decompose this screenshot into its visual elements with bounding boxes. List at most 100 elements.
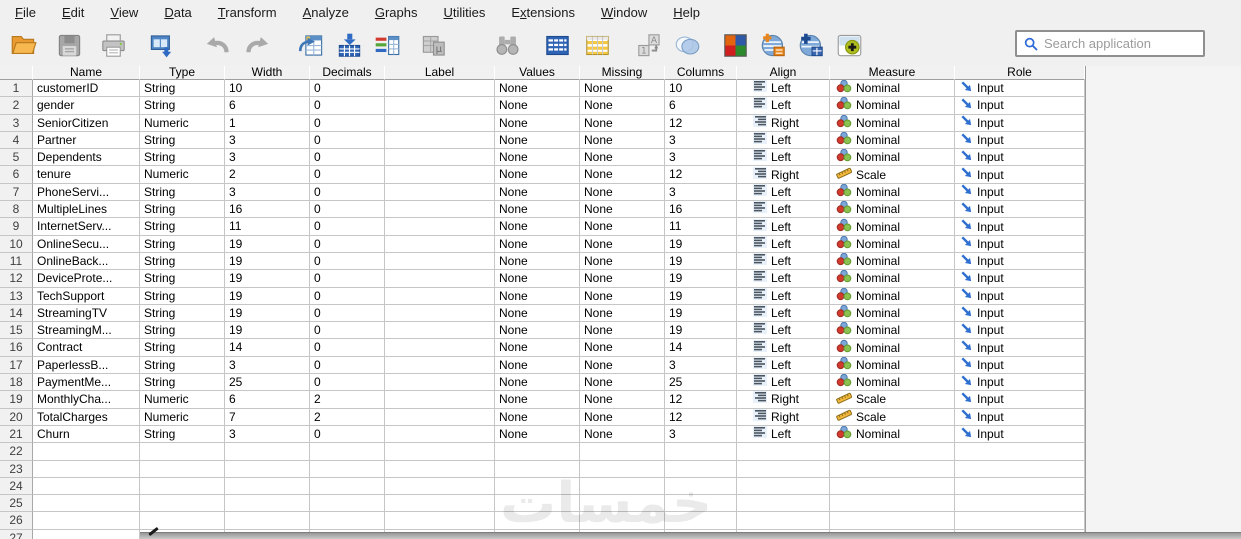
cell-missing[interactable]: None xyxy=(580,287,665,305)
cell-align[interactable]: Left xyxy=(737,304,830,323)
cell-type[interactable]: String xyxy=(140,235,225,253)
grid-cell-empty[interactable] xyxy=(310,512,385,530)
variables-button[interactable] xyxy=(370,29,404,63)
grid-cell-empty[interactable] xyxy=(580,460,665,478)
goto-variable-button[interactable] xyxy=(332,29,366,63)
cell-width[interactable]: 6 xyxy=(225,97,310,115)
cell-decimals[interactable]: 0 xyxy=(310,322,385,340)
cell-label[interactable] xyxy=(385,252,495,271)
cell-type[interactable]: String xyxy=(140,425,225,444)
cell-label[interactable] xyxy=(385,374,495,392)
cell-columns[interactable]: 19 xyxy=(665,287,737,305)
cell-decimals[interactable]: 0 xyxy=(310,149,385,167)
cell-role[interactable]: Input xyxy=(955,408,1085,426)
grid-cell-empty[interactable] xyxy=(665,477,737,496)
cell-measure[interactable]: Scale xyxy=(830,166,955,184)
cell-role[interactable]: Input xyxy=(955,201,1085,219)
cell-measure[interactable]: Nominal xyxy=(830,201,955,219)
cell-align[interactable]: Left xyxy=(737,149,830,167)
cell-columns[interactable]: 12 xyxy=(665,166,737,184)
cell-align[interactable]: Right xyxy=(737,391,830,409)
grid-cell-empty[interactable] xyxy=(830,512,955,530)
cell-columns[interactable]: 3 xyxy=(665,149,737,167)
cell-name[interactable]: OnlineSecu... xyxy=(33,235,140,253)
cell-label[interactable] xyxy=(385,339,495,357)
cell-align[interactable]: Left xyxy=(737,339,830,357)
menu-extensions[interactable]: Extensions xyxy=(498,2,588,24)
grid-cell-empty[interactable] xyxy=(955,512,1085,530)
cell-values[interactable]: None xyxy=(495,356,580,375)
row-number[interactable]: 8 xyxy=(0,201,33,219)
recall-dialogs-button[interactable] xyxy=(144,29,178,63)
column-header-name[interactable]: Name xyxy=(33,66,140,80)
cell-missing[interactable]: None xyxy=(580,391,665,409)
cell-name[interactable]: Dependents xyxy=(33,149,140,167)
cell-width[interactable]: 2 xyxy=(225,166,310,184)
cell-align[interactable]: Left xyxy=(737,97,830,115)
cell-width[interactable]: 11 xyxy=(225,218,310,236)
cell-columns[interactable]: 10 xyxy=(665,80,737,98)
cell-measure[interactable]: Nominal xyxy=(830,235,955,253)
menu-view[interactable]: View xyxy=(97,2,151,24)
grid-cell-empty[interactable] xyxy=(665,512,737,530)
cell-values[interactable]: None xyxy=(495,80,580,98)
grid-cell-empty[interactable] xyxy=(140,460,225,478)
cell-values[interactable]: None xyxy=(495,408,580,426)
cell-type[interactable]: String xyxy=(140,374,225,392)
row-number[interactable]: 11 xyxy=(0,252,33,271)
cell-values[interactable]: None xyxy=(495,201,580,219)
cell-type[interactable]: String xyxy=(140,218,225,236)
cell-decimals[interactable]: 0 xyxy=(310,356,385,375)
grid-cell-empty[interactable] xyxy=(385,460,495,478)
cell-align[interactable]: Right xyxy=(737,166,830,184)
cell-measure[interactable]: Nominal xyxy=(830,270,955,288)
grid-cell-empty[interactable] xyxy=(737,477,830,496)
cell-values[interactable]: None xyxy=(495,339,580,357)
cell-label[interactable] xyxy=(385,425,495,444)
cell-type[interactable]: String xyxy=(140,287,225,305)
cell-missing[interactable]: None xyxy=(580,97,665,115)
cell-name[interactable]: StreamingM... xyxy=(33,322,140,340)
cell-values[interactable]: None xyxy=(495,322,580,340)
cell-columns[interactable]: 3 xyxy=(665,131,737,150)
cell-name[interactable]: PhoneServi... xyxy=(33,183,140,202)
insert-variable-button[interactable] xyxy=(580,29,614,63)
redo-button[interactable] xyxy=(240,29,274,63)
cell-measure[interactable]: Nominal xyxy=(830,97,955,115)
cell-label[interactable] xyxy=(385,183,495,202)
cell-label[interactable] xyxy=(385,80,495,98)
grid-cell-empty[interactable] xyxy=(33,512,140,530)
cell-columns[interactable]: 11 xyxy=(665,218,737,236)
cell-values[interactable]: None xyxy=(495,270,580,288)
row-number[interactable]: 18 xyxy=(0,374,33,392)
cell-values[interactable]: None xyxy=(495,166,580,184)
cell-decimals[interactable]: 0 xyxy=(310,131,385,150)
cell-label[interactable] xyxy=(385,270,495,288)
cell-decimals[interactable]: 0 xyxy=(310,235,385,253)
cell-decimals[interactable]: 0 xyxy=(310,252,385,271)
cell-missing[interactable]: None xyxy=(580,425,665,444)
menu-help[interactable]: Help xyxy=(660,2,713,24)
cell-role[interactable]: Input xyxy=(955,149,1085,167)
cell-name[interactable]: SeniorCitizen xyxy=(33,114,140,132)
undo-button[interactable] xyxy=(200,29,234,63)
run-descriptives-button[interactable]: μ xyxy=(416,29,450,63)
cell-measure[interactable]: Nominal xyxy=(830,304,955,323)
grid-cell-empty[interactable] xyxy=(225,477,310,496)
cell-label[interactable] xyxy=(385,166,495,184)
column-header-decimals[interactable]: Decimals xyxy=(310,66,385,80)
cell-decimals[interactable]: 0 xyxy=(310,166,385,184)
cell-values[interactable]: None xyxy=(495,97,580,115)
cell-decimals[interactable]: 0 xyxy=(310,97,385,115)
grid-cell-empty[interactable] xyxy=(495,460,580,478)
cell-role[interactable]: Input xyxy=(955,131,1085,150)
cell-missing[interactable]: None xyxy=(580,166,665,184)
cell-label[interactable] xyxy=(385,97,495,115)
cell-role[interactable]: Input xyxy=(955,218,1085,236)
row-number[interactable]: 17 xyxy=(0,356,33,375)
cell-measure[interactable]: Nominal xyxy=(830,149,955,167)
row-number[interactable]: 6 xyxy=(0,166,33,184)
cell-type[interactable]: String xyxy=(140,80,225,98)
cell-role[interactable]: Input xyxy=(955,114,1085,132)
cell-width[interactable]: 19 xyxy=(225,270,310,288)
